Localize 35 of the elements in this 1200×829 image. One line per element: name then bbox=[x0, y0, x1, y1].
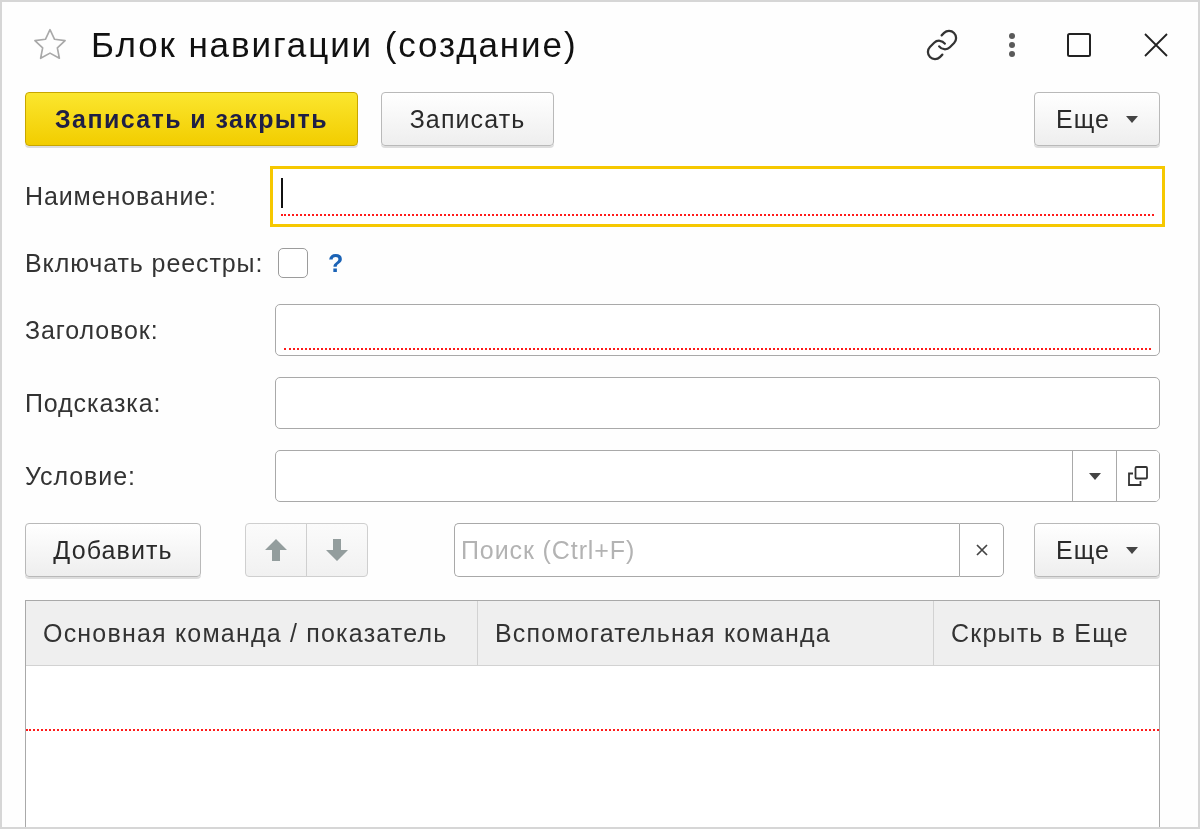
field-label: Включать реестры: bbox=[25, 248, 265, 278]
open-button[interactable] bbox=[1116, 451, 1159, 501]
select-field[interactable] bbox=[275, 450, 1160, 502]
text-field[interactable] bbox=[275, 304, 1160, 356]
overlapping-squares-icon bbox=[1128, 466, 1148, 486]
arrow-down-icon bbox=[325, 538, 349, 562]
cross-icon bbox=[975, 544, 988, 556]
column-header: Вспомогательная команда bbox=[478, 601, 934, 665]
more-icon[interactable] bbox=[1007, 32, 1017, 58]
caret-icon bbox=[1126, 546, 1139, 554]
save-and-close-button[interactable]: Записать и закрыть bbox=[25, 92, 358, 146]
field-label: Наименование: bbox=[25, 181, 218, 211]
checkbox[interactable] bbox=[278, 248, 308, 278]
column-header: Скрыть в Еще bbox=[950, 617, 1130, 649]
caret-icon bbox=[1088, 472, 1101, 480]
arrow-up-icon bbox=[264, 538, 288, 562]
window-title: Блок навигации (создание) bbox=[91, 24, 578, 66]
help-link[interactable]: ? bbox=[328, 248, 344, 278]
caret-icon bbox=[1126, 115, 1139, 123]
search-field[interactable]: Поиск (Ctrl+F) bbox=[454, 523, 959, 577]
column-header: Основная команда / показатель bbox=[26, 601, 478, 665]
more-button[interactable]: Еще bbox=[1034, 92, 1160, 146]
link-icon[interactable] bbox=[925, 28, 959, 62]
clear-button[interactable] bbox=[959, 523, 1004, 577]
more-button[interactable]: Еще bbox=[1034, 523, 1160, 577]
field-label: Подсказка: bbox=[25, 388, 163, 418]
field-label: Условие: bbox=[25, 461, 137, 491]
text-field[interactable] bbox=[275, 377, 1160, 429]
add-button[interactable]: Добавить bbox=[25, 523, 201, 577]
text-cursor-icon bbox=[281, 178, 283, 208]
close-icon[interactable] bbox=[1144, 33, 1168, 57]
maximize-icon[interactable] bbox=[1067, 33, 1091, 57]
save-button[interactable]: Записать bbox=[381, 92, 554, 146]
field-label: Заголовок: bbox=[25, 315, 160, 345]
text-field[interactable] bbox=[270, 165, 1165, 227]
